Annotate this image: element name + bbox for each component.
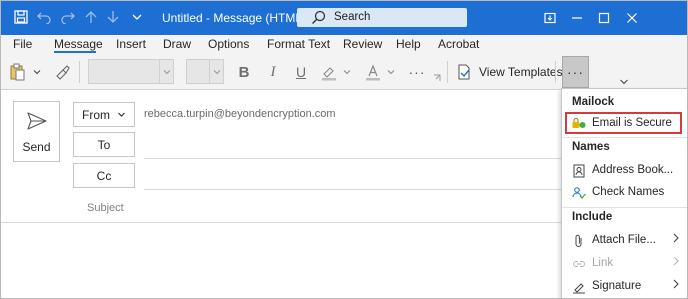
ribbon-separator <box>555 61 556 83</box>
menu-item-label: Signature <box>592 280 642 292</box>
signature-icon <box>572 280 586 294</box>
tab-draw[interactable]: Draw <box>163 37 191 51</box>
menu-item-label: Link <box>592 257 614 269</box>
tab-file[interactable]: File <box>13 37 32 51</box>
to-label: To <box>97 137 111 152</box>
font-color-icon[interactable] <box>363 61 383 83</box>
font-color-dropdown-icon[interactable] <box>386 61 396 83</box>
redo-icon[interactable] <box>60 9 76 25</box>
tab-review[interactable]: Review <box>343 37 382 51</box>
chevron-right-icon <box>672 233 680 246</box>
font-size-combo[interactable] <box>186 59 224 84</box>
paste-icon[interactable] <box>9 61 27 83</box>
more-formatting-icon[interactable]: ··· <box>406 61 428 83</box>
paperclip-icon <box>572 234 586 248</box>
send-button[interactable]: Send <box>13 101 60 162</box>
menu-item-label: Check Names <box>592 186 665 198</box>
up-arrow-icon[interactable] <box>83 9 99 25</box>
save-icon[interactable] <box>13 9 29 25</box>
menu-item-label: Attach File... <box>592 234 656 246</box>
customize-icon[interactable] <box>129 9 145 25</box>
from-label: From <box>82 107 110 122</box>
templates-icon <box>456 64 472 80</box>
menu-item-link[interactable]: Link <box>562 253 687 275</box>
down-arrow-icon[interactable] <box>105 9 121 25</box>
from-address: rebecca.turpin@beyondencryption.com <box>144 108 336 120</box>
ribbon-separator <box>79 61 80 83</box>
menu-divider <box>562 207 687 208</box>
ribbon-separator <box>447 61 448 83</box>
tab-options[interactable]: Options <box>208 37 249 51</box>
menu-item-address-book[interactable]: Address Book... <box>562 160 687 182</box>
highlight-icon[interactable] <box>319 61 339 83</box>
tab-help[interactable]: Help <box>396 37 421 51</box>
check-names-icon <box>572 186 586 200</box>
menu-item-signature[interactable]: Signature <box>562 276 687 298</box>
format-painter-icon[interactable] <box>53 61 71 83</box>
paste-dropdown-icon[interactable] <box>32 61 42 83</box>
search-icon <box>311 10 326 28</box>
search-box[interactable]: Search <box>297 8 467 27</box>
search-placeholder: Search <box>334 11 371 23</box>
to-button[interactable]: To <box>73 132 135 157</box>
ribbon-tabs: File Message Insert Draw Options Format … <box>1 35 687 54</box>
chevron-down-icon <box>209 60 223 83</box>
chevron-down-icon <box>159 60 173 83</box>
address-book-icon <box>572 164 586 178</box>
chevron-right-icon <box>672 279 680 292</box>
minimize-icon[interactable] <box>566 7 588 29</box>
link-icon <box>572 257 586 271</box>
view-templates-button[interactable]: View Templates <box>456 61 563 83</box>
highlight-dropdown-icon[interactable] <box>342 61 352 83</box>
menu-header-mailock: Mailock <box>572 96 615 108</box>
maximize-icon[interactable] <box>593 7 615 29</box>
send-icon <box>27 112 47 133</box>
font-name-combo[interactable] <box>88 59 174 84</box>
send-label: Send <box>22 140 51 154</box>
outlook-compose-window: Untitled - Message (HTML) Search File Me… <box>0 0 688 299</box>
cc-button[interactable]: Cc <box>73 163 135 188</box>
tab-message[interactable]: Message <box>54 37 103 51</box>
window-title: Untitled - Message (HTML) <box>162 11 307 25</box>
title-bar: Untitled - Message (HTML) Search <box>1 1 687 35</box>
menu-divider <box>562 137 687 138</box>
menu-item-label: Address Book... <box>592 164 674 176</box>
subject-label: Subject <box>87 202 124 214</box>
chevron-right-icon <box>672 256 680 269</box>
highlight-box <box>565 112 682 134</box>
tab-acrobat[interactable]: Acrobat <box>438 37 479 51</box>
more-commands-button[interactable]: ··· <box>562 56 589 88</box>
active-tab-indicator <box>54 51 96 53</box>
to-field-underline <box>144 158 562 159</box>
italic-icon[interactable]: I <box>264 61 282 83</box>
chevron-down-icon <box>117 110 126 119</box>
subject-field-underline <box>1 222 562 223</box>
menu-header-names: Names <box>572 141 610 153</box>
bold-icon[interactable]: B <box>235 61 253 83</box>
ribbon-display-icon[interactable] <box>539 7 561 29</box>
cc-label: Cc <box>96 168 112 183</box>
underline-icon[interactable]: U <box>292 61 310 83</box>
undo-icon[interactable] <box>36 9 52 25</box>
more-icon: ··· <box>567 64 584 80</box>
tab-format-text[interactable]: Format Text <box>267 37 330 51</box>
cc-field-underline <box>144 189 562 190</box>
close-icon[interactable] <box>621 7 643 29</box>
menu-item-check-names[interactable]: Check Names <box>562 182 687 204</box>
from-button[interactable]: From <box>73 102 135 127</box>
dialog-launcher-icon[interactable] <box>433 74 441 82</box>
menu-item-attach-file[interactable]: Attach File... <box>562 230 687 252</box>
tab-insert[interactable]: Insert <box>116 37 146 51</box>
view-templates-label: View Templates <box>479 65 563 79</box>
menu-header-include: Include <box>572 211 613 223</box>
